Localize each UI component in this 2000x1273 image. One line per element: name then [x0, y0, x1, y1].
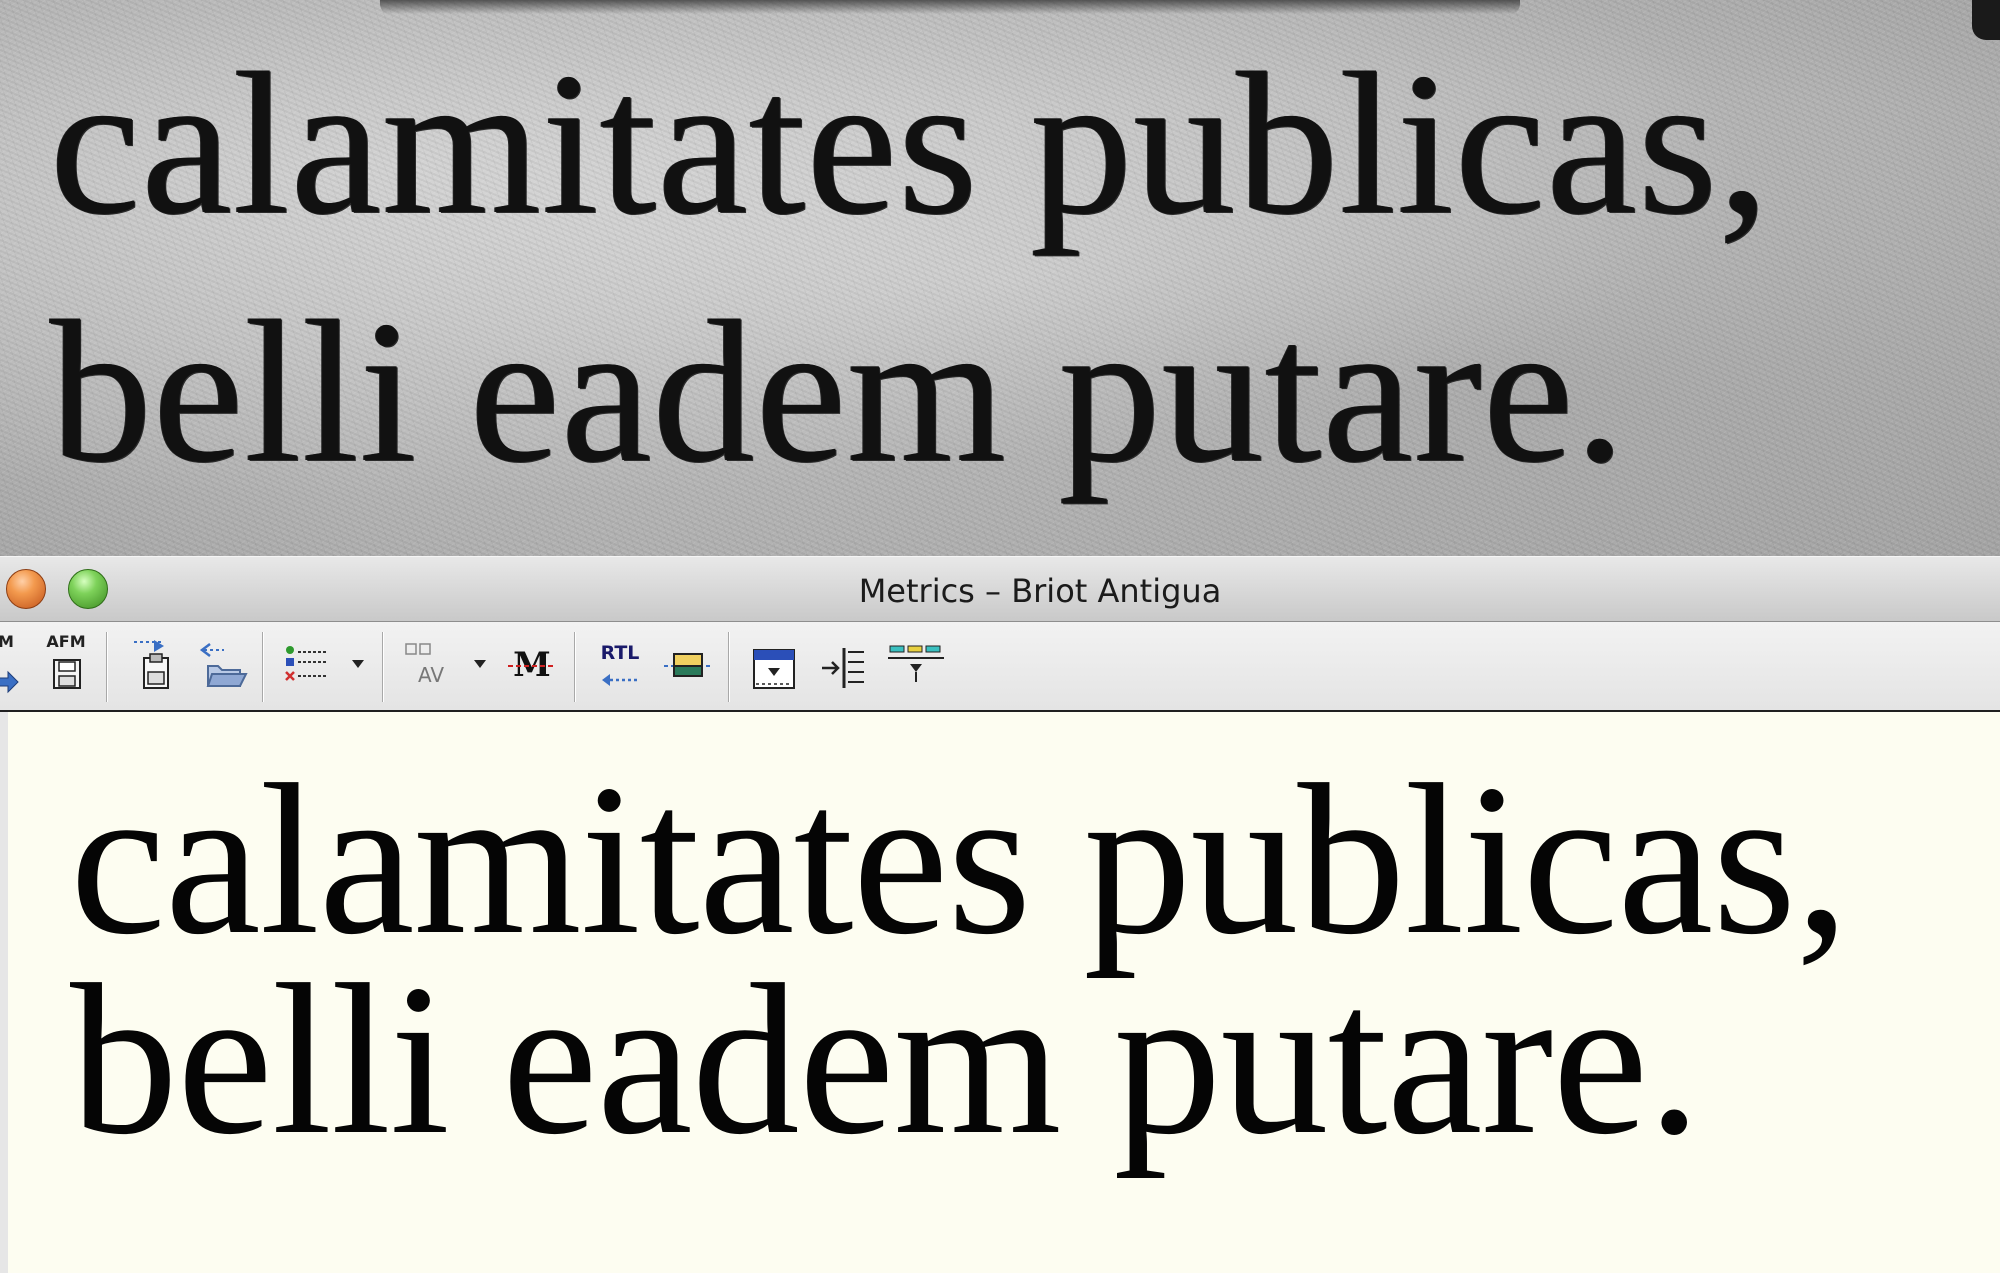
scanned-print-specimen: calamitates publicas, belli eadem putare…	[0, 0, 2000, 556]
export-afm-label: AFM	[46, 632, 86, 651]
insert-glyph-button[interactable]	[124, 636, 184, 694]
insert-clipboard-icon	[134, 640, 169, 689]
metrics-toolbar: M AFM AV M RTL	[0, 622, 2000, 712]
scan-text-line-1: calamitates publicas,	[50, 31, 1771, 257]
toolbar-separator	[728, 632, 730, 702]
metrics-text-line-2[interactable]: belli eadem putare.	[70, 952, 1701, 1168]
chevron-down-icon	[474, 660, 486, 668]
list-icon	[285, 646, 364, 681]
insert-width-icon	[822, 648, 864, 688]
import-metrics-button[interactable]: M	[0, 632, 26, 694]
metrics-window: Metrics – Briot Antigua M AFM AV M RTL c…	[0, 556, 2000, 1273]
right-to-left-button[interactable]: RTL	[588, 636, 652, 694]
toolbar-separator	[574, 632, 576, 702]
align-top-icon	[753, 649, 795, 689]
metrics-text-line-1[interactable]: calamitates publicas,	[70, 752, 1849, 968]
kerning-pair-button[interactable]: AV	[398, 636, 494, 694]
kerning-label: AV	[418, 663, 444, 687]
split-lines-button[interactable]	[884, 636, 948, 694]
import-metrics-label: M	[0, 632, 14, 651]
glyph-list-button[interactable]	[276, 636, 372, 694]
strike-m-icon	[508, 665, 556, 667]
scan-text-line-2: belli eadem putare.	[50, 279, 1627, 505]
kerning-icon: AV	[405, 643, 486, 687]
scan-shadow-band	[380, 0, 1520, 14]
open-file-button[interactable]	[194, 636, 254, 694]
scan-corner-mark	[1972, 0, 2000, 40]
rtl-arrow-icon	[602, 674, 638, 686]
split-lines-icon	[888, 645, 944, 682]
toolbar-separator	[382, 632, 384, 702]
strike-metric-button[interactable]: M	[504, 636, 560, 694]
align-top-button[interactable]	[744, 636, 804, 694]
metrics-text-area[interactable]: calamitates publicas, belli eadem putare…	[0, 712, 2000, 1273]
export-afm-button[interactable]: AFM	[38, 632, 94, 694]
insert-width-button[interactable]	[814, 636, 874, 694]
open-folder-icon	[199, 643, 248, 687]
chevron-down-icon	[352, 660, 364, 668]
window-titlebar[interactable]: Metrics – Briot Antigua	[0, 556, 2000, 622]
toolbar-separator	[106, 632, 108, 702]
window-title: Metrics – Briot Antigua	[858, 572, 1222, 610]
toolbar-separator	[262, 632, 264, 702]
baseline-box-button[interactable]	[660, 636, 716, 694]
baseline-box-icon	[664, 653, 712, 677]
